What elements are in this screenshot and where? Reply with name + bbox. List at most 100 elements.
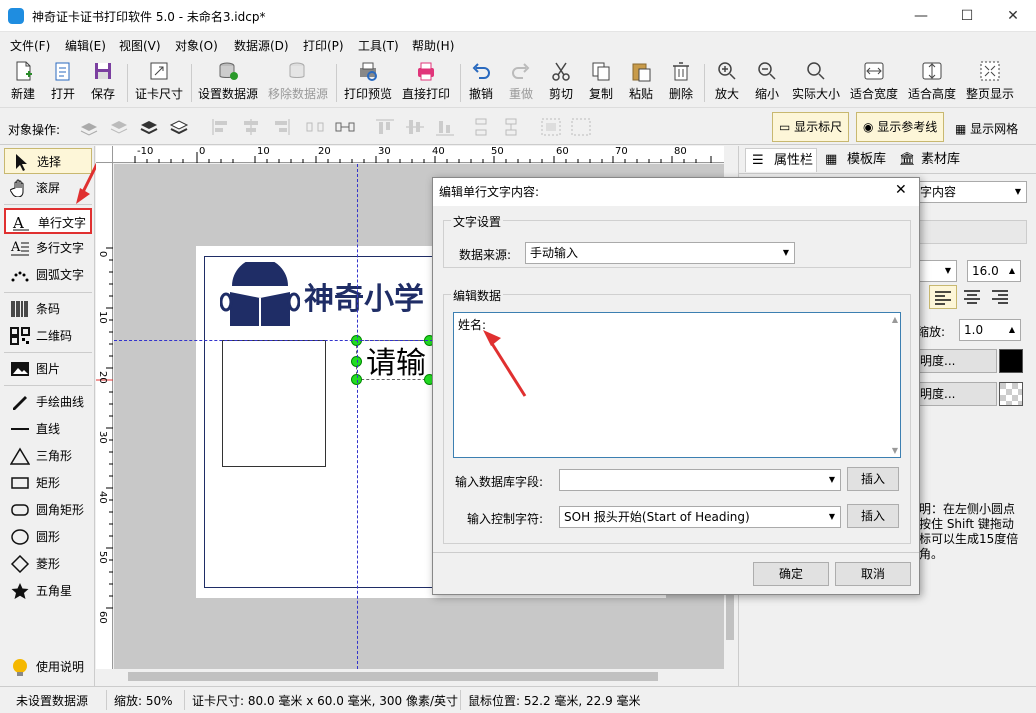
tool-line[interactable]: 直线 bbox=[4, 416, 92, 442]
bring-forward-icon[interactable] bbox=[78, 117, 100, 137]
undo-button[interactable]: 撤销 bbox=[466, 60, 496, 106]
tool-circle[interactable]: 圆形 bbox=[4, 524, 92, 550]
menu-help[interactable]: 帮助(H) bbox=[412, 37, 454, 54]
menu-view[interactable]: 视图(V) bbox=[119, 37, 161, 54]
school-name[interactable]: 神奇小学 bbox=[304, 274, 424, 318]
db-field-select[interactable]: ▼ bbox=[559, 469, 841, 491]
align-left-text-button[interactable] bbox=[929, 285, 957, 309]
dialog-close-button[interactable]: ✕ bbox=[895, 182, 907, 198]
close-button[interactable]: ✕ bbox=[990, 0, 1036, 32]
align-bottom-icon[interactable] bbox=[434, 117, 456, 137]
align-left-icon[interactable] bbox=[210, 117, 232, 137]
align-right-icon[interactable] bbox=[270, 117, 292, 137]
set-datasource-button[interactable]: 设置数据源 bbox=[197, 60, 259, 106]
tool-qrcode[interactable]: 二维码 bbox=[4, 323, 92, 349]
save-button[interactable]: 保存 bbox=[86, 60, 120, 106]
send-backward-icon[interactable] bbox=[108, 117, 130, 137]
menu-object[interactable]: 对象(O) bbox=[175, 37, 218, 54]
help-link[interactable]: 使用说明 bbox=[4, 654, 92, 680]
tab-properties[interactable]: ☰ 属性栏 bbox=[745, 148, 817, 172]
bg-color-button[interactable]: 明度... bbox=[915, 382, 997, 406]
font-select[interactable]: ▼ bbox=[915, 260, 957, 282]
cancel-button[interactable]: 取消 bbox=[835, 562, 911, 586]
source-select[interactable]: 手动输入 ▼ bbox=[525, 242, 795, 264]
remove-datasource-button[interactable]: 移除数据源 bbox=[267, 60, 329, 106]
tool-arc-text[interactable]: 圆弧文字 bbox=[4, 262, 92, 288]
distribute-v-icon[interactable] bbox=[470, 117, 492, 137]
distribute-v-even-icon[interactable] bbox=[500, 117, 522, 137]
cut-button[interactable]: 剪切 bbox=[546, 60, 576, 106]
show-guides-toggle[interactable]: ◉ 显示参考线 bbox=[856, 112, 945, 142]
hscroll-thumb[interactable] bbox=[128, 672, 658, 681]
group-icon[interactable] bbox=[540, 117, 562, 137]
school-logo-icon[interactable] bbox=[219, 258, 301, 332]
show-ruler-toggle[interactable]: ▭ 显示标尺 bbox=[772, 112, 850, 142]
lightbulb-icon bbox=[10, 658, 30, 676]
tool-multi-line-text[interactable]: A 多行文字 bbox=[4, 235, 92, 261]
distribute-h-icon[interactable] bbox=[304, 117, 326, 137]
text-color-button[interactable]: 明度... bbox=[915, 349, 997, 373]
vruler-label: 40 bbox=[97, 491, 108, 504]
align-right-text-button[interactable] bbox=[987, 285, 1015, 309]
align-center-text-button[interactable] bbox=[959, 285, 987, 309]
horizontal-scrollbar[interactable] bbox=[114, 669, 724, 684]
minimize-button[interactable]: — bbox=[898, 0, 944, 32]
menu-edit[interactable]: 编辑(E) bbox=[65, 37, 106, 54]
bg-color-swatch[interactable] bbox=[999, 382, 1023, 406]
tool-triangle[interactable]: 三角形 bbox=[4, 443, 92, 469]
guide-line-vertical[interactable] bbox=[357, 164, 358, 669]
menu-print[interactable]: 打印(P) bbox=[303, 37, 344, 54]
tool-single-line-text[interactable]: A 单行文字 bbox=[4, 208, 92, 234]
show-grid-toggle[interactable]: ▦ 显示网格 bbox=[955, 120, 1018, 137]
scroll-down-icon[interactable]: ▼ bbox=[892, 446, 898, 455]
insert-field-button[interactable]: 插入 bbox=[847, 467, 899, 491]
open-button[interactable]: 打开 bbox=[46, 60, 80, 106]
scale-input[interactable]: 1.0 ▲ bbox=[959, 319, 1021, 341]
paste-button[interactable]: 粘贴 bbox=[626, 60, 656, 106]
photo-frame[interactable] bbox=[222, 340, 326, 467]
new-button[interactable]: 新建 bbox=[6, 60, 40, 106]
menu-file[interactable]: 文件(F) bbox=[10, 37, 50, 54]
name-text-field[interactable]: 请输 bbox=[366, 338, 426, 382]
zoom-in-button[interactable]: 放大 bbox=[710, 60, 744, 106]
card-size-button[interactable]: 证卡尺寸 bbox=[133, 60, 185, 106]
tab-templates[interactable]: ▦ 模板库 bbox=[819, 148, 893, 172]
tool-rounded-rect[interactable]: 圆角矩形 bbox=[4, 497, 92, 523]
tool-image[interactable]: 图片 bbox=[4, 356, 92, 382]
scroll-up-icon[interactable]: ▲ bbox=[892, 315, 898, 324]
menu-datasource[interactable]: 数据源(D) bbox=[234, 37, 289, 54]
tab-assets[interactable]: 🏛 素材库 bbox=[893, 148, 967, 172]
align-top-icon[interactable] bbox=[374, 117, 396, 137]
send-to-back-icon[interactable] bbox=[168, 117, 190, 137]
tool-diamond[interactable]: 菱形 bbox=[4, 551, 92, 577]
field-box[interactable] bbox=[915, 220, 1027, 244]
tool-star[interactable]: 五角星 bbox=[4, 578, 92, 604]
direct-print-button[interactable]: 直接打印 bbox=[400, 60, 452, 106]
align-center-icon[interactable] bbox=[240, 117, 262, 137]
maximize-button[interactable]: ☐ bbox=[944, 0, 990, 32]
zoom-out-button[interactable]: 缩小 bbox=[750, 60, 784, 106]
redo-button[interactable]: 重做 bbox=[506, 60, 536, 106]
distribute-even-icon[interactable] bbox=[334, 117, 356, 137]
bring-to-front-icon[interactable] bbox=[138, 117, 160, 137]
fit-page-button[interactable]: 整页显示 bbox=[964, 60, 1016, 106]
align-middle-icon[interactable] bbox=[404, 117, 426, 137]
content-type-select[interactable]: 字内容 ▼ bbox=[915, 181, 1027, 203]
ungroup-icon[interactable] bbox=[570, 117, 592, 137]
print-preview-button[interactable]: 打印预览 bbox=[342, 60, 394, 106]
actual-size-button[interactable]: 实际大小 bbox=[790, 60, 842, 106]
text-color-swatch[interactable] bbox=[999, 349, 1023, 373]
tool-rectangle[interactable]: 矩形 bbox=[4, 470, 92, 496]
font-size-input[interactable]: 16.0 ▲ bbox=[967, 260, 1021, 282]
fit-height-button[interactable]: 适合高度 bbox=[906, 60, 958, 106]
menu-tools[interactable]: 工具(T) bbox=[358, 37, 399, 54]
vruler-label: 30 bbox=[97, 431, 108, 444]
delete-button[interactable]: 删除 bbox=[666, 60, 696, 106]
tool-barcode[interactable]: 条码 bbox=[4, 296, 92, 322]
insert-control-button[interactable]: 插入 bbox=[847, 504, 899, 528]
control-char-select[interactable]: SOH 报头开始(Start of Heading) ▼ bbox=[559, 506, 841, 528]
fit-width-button[interactable]: 适合宽度 bbox=[848, 60, 900, 106]
tool-freehand[interactable]: 手绘曲线 bbox=[4, 389, 92, 415]
copy-button[interactable]: 复制 bbox=[586, 60, 616, 106]
ok-button[interactable]: 确定 bbox=[753, 562, 829, 586]
